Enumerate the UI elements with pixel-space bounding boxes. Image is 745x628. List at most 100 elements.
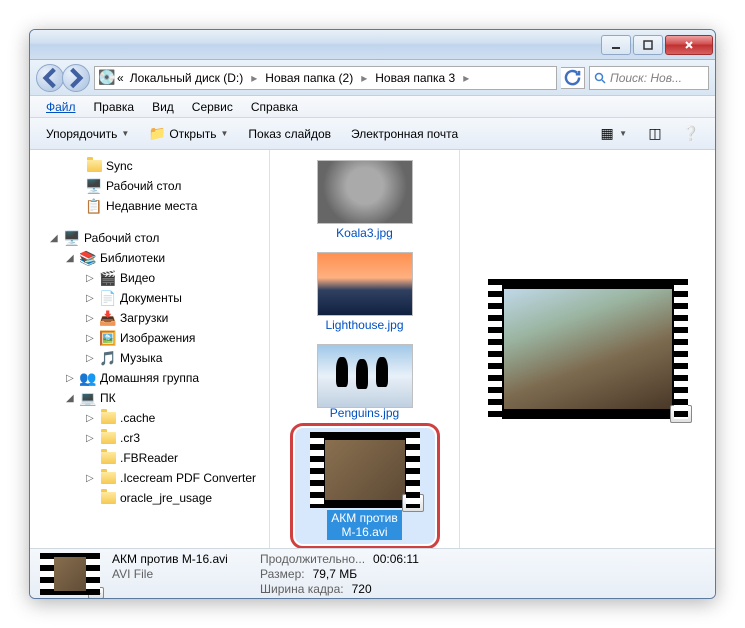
mpc-badge-icon: 321 [670, 405, 692, 423]
search-placeholder: Поиск: Нов... [610, 71, 682, 85]
thumbnail [317, 344, 413, 408]
refresh-button[interactable] [561, 67, 585, 89]
tree-libraries[interactable]: ◢📚Библиотеки [30, 248, 269, 268]
expand-icon[interactable]: ▷ [86, 333, 96, 344]
width-label: Ширина кадра: [260, 582, 344, 596]
chevron-right-icon: ▸ [461, 71, 471, 85]
collapse-icon[interactable]: ◢ [66, 393, 76, 404]
preview-pane-button[interactable]: ◫ [639, 123, 671, 145]
path-seg-2[interactable]: Новая папка 3 [371, 69, 459, 87]
open-icon: 📁 [149, 126, 165, 142]
minimize-button[interactable] [601, 35, 631, 55]
help-icon: ❔ [683, 126, 699, 142]
file-koala[interactable]: Koala3.jpg [295, 156, 435, 244]
width-value: 720 [352, 582, 372, 596]
tree-documents[interactable]: ▷📄Документы [30, 288, 269, 308]
chevron-right-icon: ▸ [359, 71, 369, 85]
status-bar: 321 АКМ против M-16.avi Продолжительно..… [30, 548, 715, 598]
back-button[interactable] [36, 64, 64, 92]
file-label: Koala3.jpg [336, 226, 393, 240]
doc-icon: 📄 [100, 290, 116, 306]
chevron-down-icon: ▼ [121, 129, 129, 138]
email-button[interactable]: Электронная почта [343, 124, 466, 144]
help-button[interactable]: ❔ [675, 123, 707, 145]
forward-button[interactable] [62, 64, 90, 92]
thumbnail [317, 160, 413, 224]
file-label: Penguins.jpg [330, 406, 399, 420]
folder-icon [87, 160, 102, 172]
search-input[interactable]: Поиск: Нов... [589, 66, 709, 90]
folder-icon [101, 432, 116, 444]
maximize-button[interactable] [633, 35, 663, 55]
status-thumbnail: 321 [40, 553, 100, 595]
menu-help[interactable]: Справка [243, 98, 306, 116]
recent-icon: 📋 [86, 198, 102, 214]
path-seg-1[interactable]: Новая папка (2) [261, 69, 357, 87]
status-filetype: AVI File [112, 567, 252, 581]
file-list[interactable]: Koala3.jpg Lighthouse.jpg Penguins.jpg 3… [270, 150, 460, 548]
homegroup-icon: 👥 [80, 370, 96, 386]
desktop-icon: 🖥️ [64, 230, 80, 246]
file-lighthouse[interactable]: Lighthouse.jpg [295, 248, 435, 336]
size-label: Размер: [260, 567, 305, 581]
path-prefix: « [117, 71, 124, 85]
breadcrumb[interactable]: 💽 « Локальный диск (D:) ▸ Новая папка (2… [94, 66, 557, 90]
folder-icon [101, 412, 116, 424]
file-label: АКМ противM-16.avi [327, 510, 401, 540]
tree-oracle[interactable]: oracle_jre_usage [30, 488, 269, 508]
close-button[interactable] [665, 35, 713, 55]
tree-images[interactable]: ▷🖼️Изображения [30, 328, 269, 348]
mpc-badge-icon: 321 [88, 587, 104, 599]
tree-desktop-root[interactable]: ◢🖥️Рабочий стол [30, 228, 269, 248]
video-preview: 321 [488, 279, 688, 419]
folder-icon [101, 492, 116, 504]
toolbar: Упорядочить▼ 📁Открыть▼ Показ слайдов Эле… [30, 118, 715, 150]
tree-sync[interactable]: Sync [30, 156, 269, 176]
mpc-badge-icon: 321 [402, 494, 424, 512]
tree-fbreader[interactable]: .FBReader [30, 448, 269, 468]
chevron-down-icon: ▼ [220, 129, 228, 138]
expand-icon[interactable]: ▷ [86, 293, 96, 304]
nav-tree[interactable]: Sync 🖥️Рабочий стол 📋Недавние места ◢🖥️Р… [30, 150, 270, 548]
expand-icon[interactable]: ▷ [86, 353, 96, 364]
menu-file[interactable]: Файл [38, 98, 84, 116]
expand-icon[interactable]: ▷ [66, 373, 76, 384]
video-icon: 🎬 [100, 270, 116, 286]
open-button[interactable]: 📁Открыть▼ [141, 123, 236, 145]
file-video-selected[interactable]: 321 АКМ противM-16.avi [295, 428, 435, 544]
image-icon: 🖼️ [100, 330, 116, 346]
search-icon [594, 72, 606, 84]
menubar: Файл Правка Вид Сервис Справка [30, 96, 715, 118]
tree-cr3[interactable]: ▷.cr3 [30, 428, 269, 448]
tree-cache[interactable]: ▷.cache [30, 408, 269, 428]
folder-icon [101, 472, 116, 484]
drive-icon: 💽 [99, 70, 115, 86]
tree-pc[interactable]: ◢💻ПК [30, 388, 269, 408]
organize-button[interactable]: Упорядочить▼ [38, 124, 137, 144]
pc-icon: 💻 [80, 390, 96, 406]
titlebar[interactable] [30, 30, 715, 60]
tree-downloads[interactable]: ▷📥Загрузки [30, 308, 269, 328]
tree-recent[interactable]: 📋Недавние места [30, 196, 269, 216]
address-bar: 💽 « Локальный диск (D:) ▸ Новая папка (2… [30, 60, 715, 96]
video-thumbnail: 321 [310, 432, 420, 508]
expand-icon[interactable]: ▷ [86, 273, 96, 284]
tree-homegroup[interactable]: ▷👥Домашняя группа [30, 368, 269, 388]
slideshow-button[interactable]: Показ слайдов [240, 124, 339, 144]
path-seg-0[interactable]: Локальный диск (D:) [126, 69, 248, 87]
collapse-icon[interactable]: ◢ [50, 233, 60, 244]
tree-icecream[interactable]: ▷.Icecream PDF Converter [30, 468, 269, 488]
tree-video[interactable]: ▷🎬Видео [30, 268, 269, 288]
folder-icon [101, 452, 116, 464]
preview-pane: 321 [460, 150, 715, 548]
collapse-icon[interactable]: ◢ [66, 253, 76, 264]
preview-icon: ◫ [647, 126, 663, 142]
menu-edit[interactable]: Правка [86, 98, 143, 116]
file-penguins[interactable]: Penguins.jpg [295, 340, 435, 424]
menu-view[interactable]: Вид [144, 98, 182, 116]
tree-music[interactable]: ▷🎵Музыка [30, 348, 269, 368]
menu-tools[interactable]: Сервис [184, 98, 241, 116]
expand-icon[interactable]: ▷ [86, 313, 96, 324]
tree-desktop[interactable]: 🖥️Рабочий стол [30, 176, 269, 196]
view-options-button[interactable]: ▦▼ [591, 123, 635, 145]
